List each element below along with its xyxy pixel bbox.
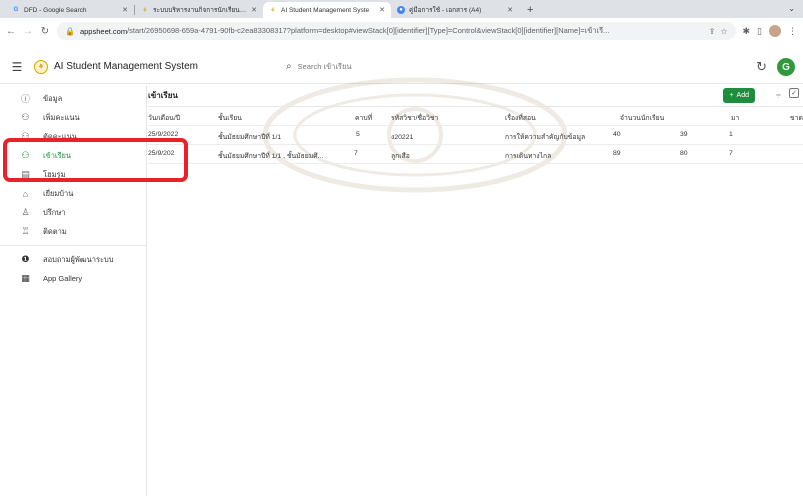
- home-icon: ⌂: [22, 188, 29, 199]
- select-all-checkbox[interactable]: ✓: [789, 88, 799, 98]
- filter-icon[interactable]: ⩦: [776, 89, 781, 100]
- close-tab-icon[interactable]: ✕: [251, 6, 257, 14]
- sidebar-divider: [0, 245, 146, 246]
- cell-class: ชั้นมัธยมศึกษาปีที่ 1/1 , ชั้นมัธยมศึ...: [218, 153, 324, 160]
- sidebar-item-add-score[interactable]: ⚇ เพิ่มคะแนน: [0, 108, 146, 127]
- url-path: /start/26950698-659a-4791-90fb-c2ea83308…: [127, 26, 610, 35]
- main-view: เข้าเรียน + Add ⩦ ✓ วัน/เดือน/ปี ชั้นเรี…: [148, 85, 803, 164]
- app-logo-icon: ⚘: [34, 59, 48, 74]
- sidebar-item-follow-up[interactable]: ♖ ติดตาม: [0, 222, 146, 241]
- annotation-highlight: [3, 138, 188, 182]
- sidebar-item-data[interactable]: ⓘ ข้อมูล: [0, 89, 146, 108]
- column-header[interactable]: รหัสวิชา/ชื่อวิชา: [391, 112, 438, 123]
- column-header[interactable]: วัน/เดือน/ปี: [148, 112, 180, 123]
- info-circle-icon: ⓘ: [20, 94, 30, 104]
- address-bar[interactable]: 🔒 appsheet.com/start/26950698-659a-4791-…: [57, 22, 736, 40]
- sidebar-item-consult[interactable]: ♙ ปรึกษา: [0, 203, 146, 222]
- cell-class: ชั้นมัธยมศึกษาปีที่ 1/1: [218, 134, 282, 141]
- profile-avatar[interactable]: [769, 25, 781, 37]
- browser-tab-bar: G DFD - Google Search ✕ ⚘ ระบบบริหารงานก…: [0, 0, 803, 18]
- plus-icon: +: [729, 92, 734, 99]
- cell-period: 5: [356, 131, 360, 138]
- sidebar-item-label: App Gallery: [43, 274, 83, 283]
- table-header: วัน/เดือน/ปี ชั้นเรียน คาบที่ รหัสวิชา/ช…: [148, 107, 803, 126]
- column-header[interactable]: จำนวนนักเรียน: [620, 112, 664, 123]
- sidebar-item-label: เพิ่มคะแนน: [43, 112, 80, 122]
- browser-tab[interactable]: G DFD - Google Search ✕: [6, 2, 134, 18]
- cell-absent: 7: [729, 150, 733, 157]
- cell-period: 7: [354, 150, 358, 157]
- column-header[interactable]: ชั้นเรียน: [218, 112, 242, 123]
- app-header: ☰ ⚘ AI Student Management System ⌕ Searc…: [0, 50, 803, 84]
- appsheet-icon: ⚘: [142, 7, 148, 14]
- cell-date: 25/9/2022: [148, 131, 179, 138]
- cell-present: 80: [680, 150, 688, 157]
- lock-icon: 🔒: [65, 26, 75, 36]
- sidebar-item-label: ปรึกษา: [43, 207, 66, 217]
- close-tab-icon[interactable]: ✕: [507, 6, 513, 14]
- person-add-icon: ⚇: [21, 112, 30, 122]
- sidebar-item-label: เยี่ยมบ้าน: [43, 188, 74, 198]
- column-header[interactable]: คาบที่: [355, 112, 372, 123]
- add-button-label: Add: [736, 92, 749, 99]
- column-header[interactable]: ขาด: [790, 112, 803, 123]
- search-placeholder: Search เข้าเรียน: [297, 61, 352, 71]
- back-arrow-icon[interactable]: ←: [6, 26, 16, 37]
- new-tab-button[interactable]: +: [519, 4, 541, 16]
- sidebar-item-label: สอบถามผู้พัฒนาระบบ: [43, 254, 114, 264]
- reload-icon[interactable]: ↻: [40, 26, 50, 37]
- cell-student-count: 89: [613, 150, 621, 157]
- browser-toolbar: ← → ↻ 🔒 appsheet.com/start/26950698-659a…: [0, 18, 803, 44]
- cell-present: 39: [680, 131, 688, 138]
- sidebar-item-contact-developer[interactable]: ❶ สอบถามผู้พัฒนาระบบ: [0, 250, 146, 269]
- sidebar-item-label: ติดตาม: [43, 226, 67, 236]
- column-header[interactable]: มา: [731, 112, 739, 123]
- search-icon: ⌕: [286, 61, 292, 72]
- chrome-icon: ●: [397, 6, 405, 14]
- search-input[interactable]: ⌕ Search เข้าเรียน: [286, 61, 351, 73]
- app-title: AI Student Management System: [54, 61, 198, 72]
- appsheet-icon: ⚘: [270, 7, 276, 14]
- table-row[interactable]: 25/9/2022 ชั้นมัธยมศึกษาปีที่ 1/1 5 ง202…: [148, 126, 803, 145]
- sidebar-toggle-icon[interactable]: ▯: [757, 26, 762, 37]
- cell-student-count: 40: [613, 131, 621, 138]
- cell-subject: ง20221: [391, 134, 414, 141]
- sync-icon[interactable]: ↻: [756, 59, 767, 75]
- sidebar-item-app-gallery[interactable]: ▦ App Gallery: [0, 269, 146, 288]
- cell-topic: การให้ความสำคัญกับข้อมูล: [505, 134, 586, 141]
- table-row[interactable]: 25/9/202 ชั้นมัธยมศึกษาปีที่ 1/1 , ชั้นม…: [148, 145, 803, 164]
- track-icon: ♖: [21, 226, 30, 236]
- grid-icon: ▦: [21, 273, 30, 283]
- info-filled-icon: ❶: [21, 254, 30, 264]
- star-icon[interactable]: ☆: [720, 27, 727, 36]
- browser-tab-active[interactable]: ⚘ AI Student Management Syste ✕: [263, 2, 391, 18]
- share-icon[interactable]: ⇪: [709, 27, 716, 36]
- google-icon: G: [13, 7, 19, 13]
- sidebar-item-label: ข้อมูล: [43, 93, 63, 103]
- extensions-icon[interactable]: ✱: [743, 26, 751, 37]
- cell-subject: ลูกเสือ: [391, 153, 410, 160]
- close-tab-icon[interactable]: ✕: [122, 6, 128, 14]
- view-title: เข้าเรียน: [148, 91, 178, 100]
- cell-topic: การเดินทางไกล: [505, 153, 552, 160]
- user-avatar[interactable]: G: [777, 58, 795, 76]
- url-host: appsheet.com: [79, 26, 128, 36]
- cell-absent: 1: [729, 131, 733, 138]
- browser-tab[interactable]: ⚘ ระบบบริหารงานกิจการนักเรียน ระ ✕: [135, 2, 263, 18]
- more-menu-icon[interactable]: ⋮: [788, 26, 797, 37]
- add-button[interactable]: + Add: [723, 88, 755, 103]
- view-toolbar: เข้าเรียน + Add ⩦ ✓: [148, 85, 803, 107]
- browser-tab[interactable]: ● คู่มือการใช้ - เอกสาร (A4) ✕: [391, 2, 519, 18]
- hamburger-menu-icon[interactable]: ☰: [0, 60, 34, 74]
- chevron-down-icon[interactable]: ⌄: [788, 4, 795, 13]
- sidebar-item-home-visit[interactable]: ⌂ เยี่ยมบ้าน: [0, 184, 146, 203]
- advisor-icon: ♙: [21, 207, 30, 217]
- close-tab-icon[interactable]: ✕: [379, 6, 385, 14]
- forward-arrow-icon[interactable]: →: [23, 26, 33, 37]
- column-header[interactable]: เรื่องที่สอน: [505, 112, 536, 123]
